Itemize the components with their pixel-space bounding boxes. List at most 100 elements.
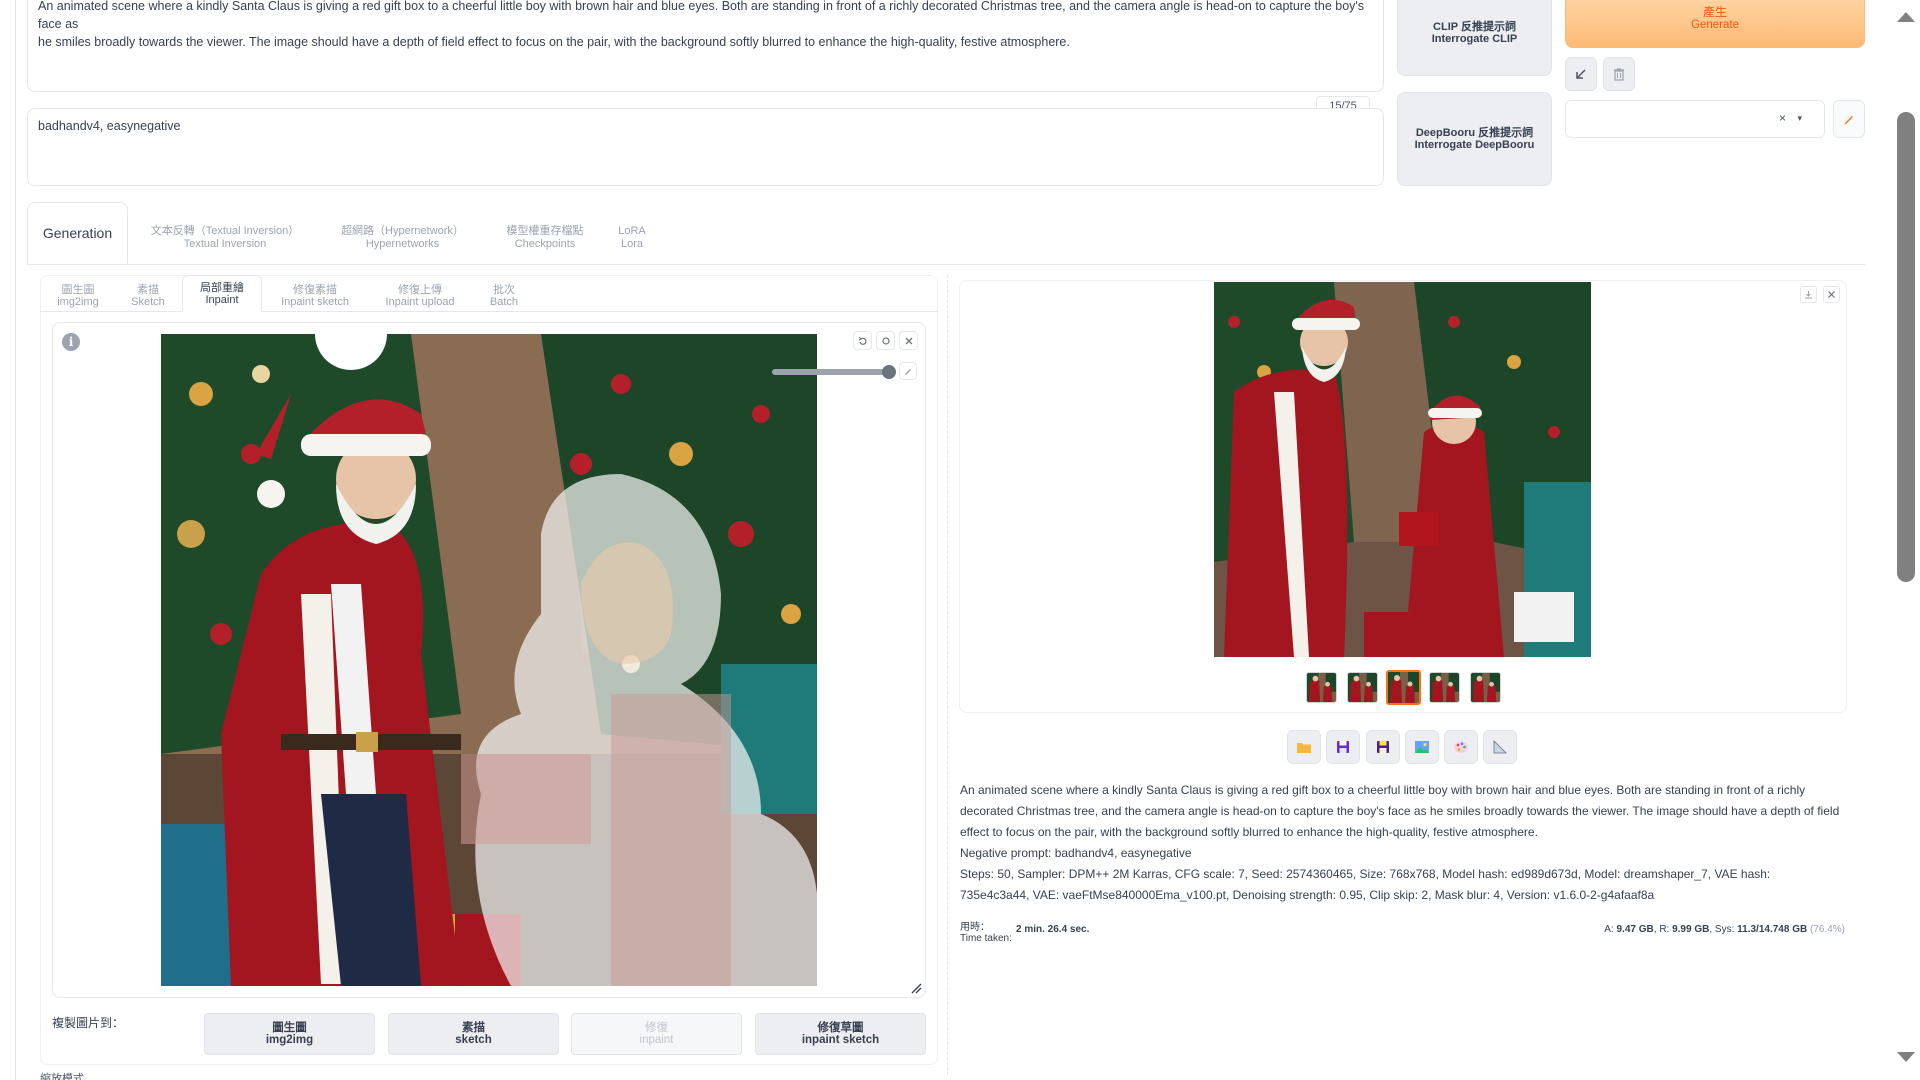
clear-prompt-button[interactable] [1603, 57, 1635, 91]
tab-lora-zh: LoRA [618, 225, 646, 237]
scrollbar-thumb[interactable] [1897, 112, 1915, 582]
generate-label-zh: 產生 [1702, 5, 1727, 19]
floppy-disk-icon [1337, 741, 1349, 753]
interrogate-deepbooru-button[interactable]: DeepBooru 反推提示詞 Interrogate DeepBooru [1397, 92, 1552, 186]
time-taken-value: 2 min. 26.4 sec. [1016, 924, 1090, 935]
download-icon[interactable] [1800, 286, 1817, 303]
close-icon[interactable] [1823, 286, 1840, 303]
copy-to-img2img-zh: 圖生圖 [272, 1022, 307, 1034]
info-icon[interactable]: i [62, 333, 80, 351]
send-to-img2img-button[interactable] [1405, 730, 1439, 764]
styles-dropdown[interactable]: × ▾ [1565, 100, 1825, 138]
time-taken-label-zh: 用時： [960, 922, 990, 933]
inpaint-canvas-image[interactable] [161, 334, 817, 986]
tab-inpaint-sketch-en: Inpaint sketch [281, 296, 349, 308]
copy-to-img2img-button[interactable]: 圖生圖 img2img [204, 1013, 375, 1055]
tab-batch[interactable]: 批次 Batch [484, 280, 524, 312]
undo-icon[interactable] [853, 331, 872, 350]
copy-to-inpaint-zh: 修復 [645, 1022, 668, 1034]
paste-params-button[interactable] [1565, 57, 1597, 91]
tab-img2img-zh: 圖生圖 [61, 284, 95, 296]
interrogate-clip-button[interactable]: CLIP 反推提示詞 Interrogate CLIP [1397, 0, 1552, 76]
generation-info-negative: Negative prompt: badhandv4, easynegative [960, 846, 1192, 860]
copy-image-to-label: 複製圖片到： [52, 1016, 125, 1030]
tab-sketch-en: Sketch [131, 296, 165, 308]
brush-icon[interactable] [899, 362, 917, 380]
brush-size-slider[interactable] [772, 365, 896, 379]
vram-reserved-value: 9.99 GB [1672, 924, 1710, 935]
top-tabs-divider [27, 264, 1865, 265]
reset-icon[interactable] [876, 331, 895, 350]
copy-to-sketch-en: sketch [455, 1034, 492, 1046]
tab-sketch-zh: 素描 [137, 284, 159, 296]
resize-handle-icon[interactable] [910, 982, 922, 994]
memory-stats: A: 9.47 GB, R: 9.99 GB, Sys: 11.3/14.748… [1604, 924, 1845, 935]
tab-textual-inversion[interactable]: 文本反轉（Textual Inversion） Textual Inversio… [140, 212, 310, 264]
gallery-thumbnail[interactable] [1306, 672, 1337, 703]
interrogate-clip-label-zh: CLIP 反推提示詞 [1433, 21, 1516, 33]
tab-sketch[interactable]: 素描 Sketch [124, 280, 172, 312]
interrogate-deepbooru-label-zh: DeepBooru 反推提示詞 [1415, 127, 1534, 139]
picture-icon [1415, 741, 1429, 753]
tab-lora[interactable]: LoRA Lora [612, 212, 652, 264]
tab-hypernetworks[interactable]: 超網路（Hypernetwork） Hypernetworks [330, 212, 475, 264]
tab-checkpoints-en: Checkpoints [514, 238, 576, 250]
prompt-textarea[interactable]: An animated scene where a kindly Santa C… [27, 0, 1384, 92]
tab-checkpoints[interactable]: 模型權重存檔點 Checkpoints [495, 212, 595, 264]
time-taken-label: 用時： Time taken: [960, 922, 1012, 944]
edit-styles-button[interactable] [1833, 100, 1865, 138]
generation-info-params: Steps: 50, Sampler: DPM++ 2M Karras, CFG… [960, 867, 1771, 902]
save-zip-button[interactable] [1366, 730, 1400, 764]
gallery-thumbnail[interactable] [1429, 672, 1460, 703]
tab-img2img[interactable]: 圖生圖 img2img [50, 280, 106, 312]
negative-prompt-textarea[interactable]: badhandv4, easynegative [27, 108, 1384, 186]
tab-hypernetworks-en: Hypernetworks [365, 238, 440, 250]
send-to-inpaint-button[interactable] [1444, 730, 1478, 764]
scroll-up-arrow-icon[interactable] [1897, 12, 1915, 22]
panel-divider [947, 275, 948, 1075]
tab-checkpoints-zh: 模型權重存檔點 [506, 225, 584, 237]
tab-inpaint[interactable]: 局部重繪 Inpaint [182, 275, 262, 312]
scroll-down-arrow-icon[interactable] [1897, 1052, 1915, 1062]
gallery-thumbnail[interactable] [1347, 672, 1378, 703]
send-to-extras-button[interactable] [1483, 730, 1517, 764]
copy-to-sketch-button[interactable]: 素描 sketch [388, 1013, 559, 1055]
generate-label-en: Generate [1691, 19, 1739, 31]
tab-generation[interactable]: Generation [27, 202, 128, 264]
tab-inpaint-sketch[interactable]: 修復素描 Inpaint sketch [274, 280, 356, 312]
tab-img2img-en: img2img [57, 296, 99, 308]
copy-to-inpaint-sketch-zh: 修復草圖 [817, 1022, 864, 1034]
brush-size-slider-thumb[interactable] [882, 365, 896, 379]
open-folder-button[interactable] [1287, 730, 1321, 764]
vram-active-label: A: [1604, 924, 1614, 935]
gallery-thumbnail[interactable] [1386, 670, 1421, 705]
sys-percent: (76.4%) [1809, 924, 1845, 935]
gallery-thumbnail[interactable] [1470, 672, 1501, 703]
tab-inpaint-upload-zh: 修復上傳 [398, 284, 442, 296]
copy-to-inpaint-button: 修復 inpaint [571, 1013, 742, 1055]
prompt-line-1: An animated scene where a kindly Santa C… [38, 0, 1365, 31]
santa-output-image [1214, 282, 1591, 657]
copy-to-inpaint-sketch-en: inpaint sketch [801, 1034, 880, 1046]
arrow-down-left-icon [1576, 69, 1586, 79]
tab-generation-label: Generation [42, 224, 113, 241]
interrogate-clip-label-en: Interrogate CLIP [1431, 33, 1518, 45]
tab-textual-inversion-zh: 文本反轉（Textual Inversion） [150, 225, 300, 237]
santa-scene-image [161, 334, 817, 986]
tab-inpaint-sketch-zh: 修復素描 [293, 284, 337, 296]
resize-mode-label: 縮放模式 [40, 1073, 84, 1080]
save-button[interactable] [1326, 730, 1360, 764]
time-taken-label-en: Time taken: [960, 933, 1012, 944]
sys-label: Sys: [1714, 924, 1735, 935]
tab-hypernetworks-zh: 超網路（Hypernetwork） [341, 225, 464, 237]
clear-styles-icon[interactable]: × [1779, 111, 1786, 125]
palette-icon [1454, 741, 1468, 753]
tab-inpaint-upload[interactable]: 修復上傳 Inpaint upload [376, 280, 464, 312]
copy-to-inpaint-sketch-button[interactable]: 修復草圖 inpaint sketch [755, 1013, 926, 1055]
left-frame-line [15, 0, 16, 1080]
close-icon[interactable] [899, 331, 918, 350]
generate-button[interactable]: 產生 Generate [1565, 0, 1865, 48]
tab-inpaint-zh: 局部重繪 [200, 281, 244, 294]
gallery-main-image[interactable] [1214, 282, 1591, 657]
chevron-down-icon[interactable]: ▾ [1797, 113, 1802, 124]
